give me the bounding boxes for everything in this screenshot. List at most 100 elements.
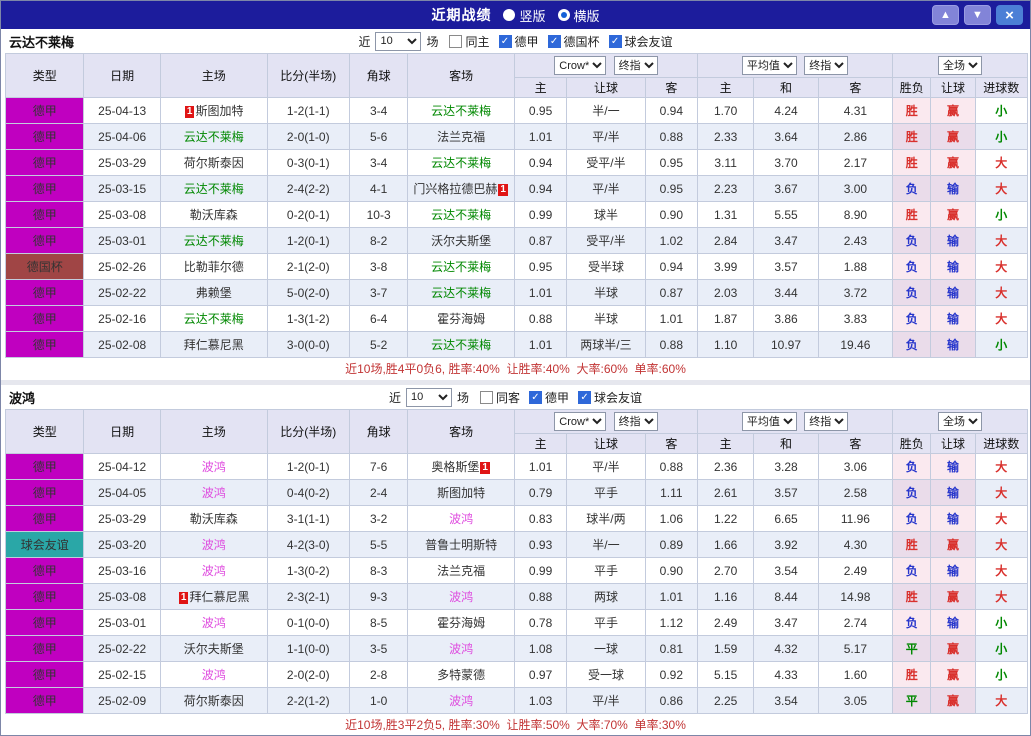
team-label: 波鸿 (201, 460, 226, 474)
col-header-away: 客场 (407, 409, 515, 454)
score-cell: 1-2(0-1) (266, 453, 350, 480)
result-cell: 负 (892, 609, 932, 636)
euro-odds-time-select[interactable]: 终指 (804, 412, 849, 431)
score-cell: 1-3(1-2) (266, 305, 350, 332)
asian-odds-header: Crow* 终指 (513, 409, 698, 434)
col-header-type: 类型 (4, 53, 85, 98)
euro-draw-odds-cell: 3.86 (753, 305, 819, 332)
handicap-result-cell: 赢 (930, 97, 976, 124)
checkbox-unchecked-icon[interactable] (479, 390, 493, 404)
move-up-button[interactable]: ▲ (932, 5, 959, 25)
col-header-date: 日期 (83, 409, 161, 454)
match-type-cell: 德甲 (4, 635, 85, 662)
home-team-cell: 波鸿 (159, 531, 268, 558)
close-button[interactable]: × (996, 5, 1023, 25)
euro-draw-odds-cell: 3.57 (753, 479, 819, 506)
filter-checkbox[interactable]: ✓ 德甲 (529, 389, 569, 406)
team-label: 云达不莱梅 (431, 208, 492, 222)
subcol-handicap-result: 让球 (930, 433, 976, 454)
handicap-result-cell: 输 (930, 175, 976, 202)
corner-cell: 7-6 (348, 453, 409, 480)
euro-draw-odds-cell: 3.44 (753, 279, 819, 306)
match-date-cell: 25-02-22 (83, 635, 161, 662)
match-count-select[interactable]: 10 (375, 31, 422, 51)
away-team-cell: 云达不莱梅 (407, 97, 515, 124)
euro-avg-select[interactable]: 平均值 (741, 56, 797, 75)
checkbox-checked-icon[interactable]: ✓ (547, 34, 561, 48)
checkbox-checked-icon[interactable]: ✓ (578, 390, 592, 404)
filter-checkbox[interactable]: 同主 (449, 33, 490, 50)
checkbox-checked-icon[interactable]: ✓ (608, 34, 622, 48)
team-label: 波鸿 (201, 538, 226, 552)
col-header-date: 日期 (83, 53, 161, 98)
move-down-button[interactable]: ▼ (964, 5, 991, 25)
checkbox-unchecked-icon[interactable] (449, 34, 463, 48)
match-date-cell: 25-02-08 (83, 331, 161, 358)
euro-draw-odds-cell: 8.44 (753, 583, 819, 610)
checkbox-checked-icon[interactable]: ✓ (498, 34, 512, 48)
filter-suffix-label: 场 (456, 390, 469, 405)
match-count-select[interactable]: 10 (405, 387, 452, 407)
euro-home-odds-cell: 1.10 (696, 331, 755, 358)
match-date-cell: 25-03-01 (83, 227, 161, 254)
match-date-cell: 25-03-29 (83, 505, 161, 532)
match-date-cell: 25-03-08 (83, 583, 161, 610)
asian-odds-time-select[interactable]: 终指 (613, 56, 658, 75)
home-team-cell: 沃尔夫斯堡 (159, 635, 268, 662)
asian-odds-time-select[interactable]: 终指 (613, 412, 658, 431)
titlebar-center: 近期战绩 竖版 横版 (1, 5, 1030, 25)
goals-cell: 大 (974, 583, 1029, 610)
scope-select[interactable]: 全场 (938, 412, 983, 431)
asian-home-odds-cell: 0.99 (513, 201, 568, 228)
euro-home-odds-cell: 2.84 (696, 227, 755, 254)
filter-checkbox[interactable]: ✓ 球会友谊 (578, 389, 642, 406)
scope-select[interactable]: 全场 (938, 56, 983, 75)
checkbox-checked-icon[interactable]: ✓ (529, 390, 542, 404)
filter-checkbox[interactable]: ✓ 德国杯 (547, 33, 600, 50)
score-cell: 1-3(0-2) (266, 557, 350, 584)
euro-odds-time-select[interactable]: 终指 (804, 56, 849, 75)
euro-home-odds-cell: 2.25 (696, 687, 755, 714)
asian-home-odds-cell: 0.94 (513, 149, 568, 176)
score-cell: 0-3(0-1) (266, 149, 350, 176)
match-date-cell: 25-02-26 (83, 253, 161, 280)
euro-away-odds-cell: 11.96 (817, 505, 894, 532)
home-team-cell: 1 斯图加特 (159, 97, 268, 124)
handicap-result-cell: 赢 (930, 635, 976, 662)
asian-away-odds-cell: 1.01 (644, 305, 698, 332)
team-label: 云达不莱梅 (431, 260, 492, 274)
euro-draw-odds-cell: 5.55 (753, 201, 819, 228)
view-option-vertical[interactable]: 竖版 (503, 6, 546, 25)
asian-away-odds-cell: 0.90 (644, 557, 698, 584)
score-cell: 0-4(0-2) (266, 479, 350, 506)
euro-away-odds-cell: 2.43 (817, 227, 894, 254)
result-scope-header: 全场 (892, 409, 1028, 434)
bookmaker-select[interactable]: Crow* (554, 412, 607, 431)
radio-unselected-icon[interactable] (503, 9, 516, 21)
filters: 近 10 场 同客 ✓ 德甲 ✓ 球会友谊 (388, 387, 642, 407)
filter-checkbox[interactable]: 同客 (479, 389, 520, 406)
asian-away-odds-cell: 0.94 (644, 253, 698, 280)
filter-checkbox[interactable]: ✓ 球会友谊 (608, 33, 673, 50)
filter-checkbox[interactable]: ✓ 德甲 (498, 33, 539, 50)
corner-cell: 3-8 (348, 253, 409, 280)
radio-selected-icon[interactable] (557, 9, 570, 21)
team-label: 普鲁士明斯特 (425, 538, 498, 552)
corner-cell: 8-5 (348, 609, 409, 636)
team-label: 荷尔斯泰因 (183, 694, 244, 708)
handicap-line-cell: 平/半 (566, 687, 646, 714)
asian-away-odds-cell: 1.11 (644, 479, 698, 506)
result-cell: 胜 (892, 123, 932, 150)
corner-cell: 8-3 (348, 557, 409, 584)
euro-avg-select[interactable]: 平均值 (741, 412, 797, 431)
recent-results-window: 近期战绩 竖版 横版 ▲ ▼ × 云达不莱梅 近 10 场 同主 ✓ 德甲 ✓ … (0, 0, 1031, 736)
bookmaker-select[interactable]: Crow* (554, 56, 607, 75)
red-card-badge: 1 (498, 184, 508, 196)
team-label: 波鸿 (201, 564, 226, 578)
goals-cell: 小 (974, 331, 1029, 358)
euro-away-odds-cell: 1.60 (817, 661, 894, 688)
handicap-line-cell: 受一球 (566, 661, 646, 688)
asian-away-odds-cell: 1.01 (644, 583, 698, 610)
view-option-horizontal[interactable]: 横版 (557, 6, 600, 25)
filter-prefix-label: 近 (388, 390, 401, 405)
